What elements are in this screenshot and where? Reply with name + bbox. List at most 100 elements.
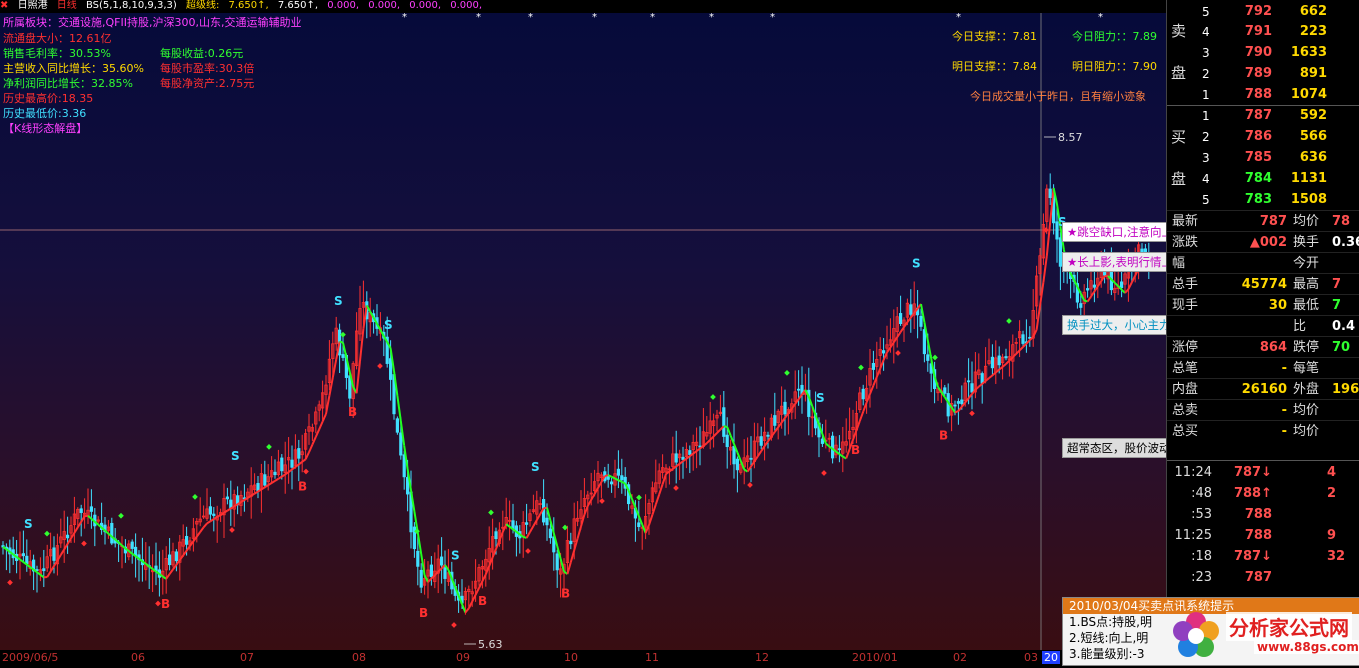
sell-row[interactable]: 5792662 [1167,2,1359,22]
price: 788 [1222,85,1272,105]
tick-row: :48788↑2 [1167,483,1359,504]
ma-segment [340,341,343,342]
buy-row[interactable]: 3785636 [1167,148,1359,168]
price: 787 [1222,106,1272,126]
ma-segment [190,541,193,546]
ma-segment [775,427,778,432]
ma-segment [965,398,968,402]
candle-body [66,535,68,538]
buy-row[interactable]: 2786566 [1167,127,1359,147]
candle-body [610,482,612,484]
ma-segment [884,353,887,361]
ma-segment [1016,350,1019,353]
stat-value: - [1217,400,1287,421]
ma-segment [197,532,200,537]
candle-body [281,458,283,471]
candle-body [617,469,619,475]
stat-value: 7 [1332,274,1359,295]
buy-row[interactable]: 1787592 [1167,106,1359,126]
tick-row: 11:24787↓4 [1167,462,1359,483]
star-marker: * [402,12,407,23]
stat-key: 最低 [1293,295,1319,316]
stat-value: 1961 [1332,379,1359,400]
ma-segment [527,532,530,538]
candle-body [899,313,901,323]
kline-pattern-link[interactable]: 【K线形态解盘】 [3,122,87,135]
ma-segment [863,403,866,412]
period-label[interactable]: 日线 [57,0,77,11]
stat-key: 每笔 [1293,358,1319,379]
sell-row[interactable]: 2789891 [1167,64,1359,84]
candle-body [910,305,912,315]
buy-row[interactable]: 47841131 [1167,169,1359,189]
hist-low: 历史最低价:3.36 [3,107,86,120]
ma-segment [268,483,271,485]
stat-row: 最新787均价78 [1167,210,1359,232]
candle-body [400,433,402,455]
ma-segment [1098,281,1101,286]
ma-segment [765,441,768,446]
ma-segment [163,577,166,579]
ma-segment [435,572,438,575]
ma-segment [496,541,499,550]
kline-chart[interactable]: SSSSSSSSSBBBBBBBBB********* ✖ 日照港 日线 BS(… [0,0,1166,664]
ma-segment [598,482,601,488]
ma-segment [612,477,615,479]
tick-row: :18787↓32 [1167,546,1359,567]
tick-volume: 2 [1327,483,1336,504]
ma-segment [751,461,754,466]
ma-segment [278,477,281,479]
tick-time: 11:24 [1172,462,1212,483]
signal-dot [303,469,309,475]
stat-row: 内盘26160外盘1961 [1167,378,1359,400]
stat-key: 总卖 [1172,400,1198,421]
signal-dot [229,527,235,533]
ma-segment [71,533,74,539]
ma-segment [493,549,496,558]
ma-segment [649,515,652,525]
ma-segment [1037,306,1040,330]
tick-price: 788 [1222,525,1272,546]
sell-row[interactable]: 4791223 [1167,22,1359,42]
ma-segment [149,566,152,569]
tick-time: :23 [1172,567,1212,588]
candle-body [750,458,752,459]
ma-segment [261,487,264,489]
candle-body [274,472,276,474]
ma-segment [88,516,91,519]
ma-segment [319,422,322,430]
ma-segment [1132,276,1135,283]
stat-row: 涨停864跌停70 [1167,336,1359,358]
sell-row[interactable]: 17881074 [1167,85,1359,105]
ma-segment [901,327,904,332]
tick-volume: 4 [1327,462,1336,483]
candle-body [1005,357,1007,358]
candle-body [420,570,422,587]
ma-segment [234,504,237,506]
signal-dot [118,513,124,519]
ma-segment [472,595,475,602]
indicator-value: 0.000, [450,0,482,11]
ma-segment [1047,222,1050,256]
buy-row[interactable]: 57831508 [1167,190,1359,210]
ma-segment [200,527,203,532]
ma-segment [214,517,217,519]
sell-row[interactable]: 37901633 [1167,43,1359,63]
date-tick: 2009/06/5 [2,651,58,664]
candle-body [882,351,884,353]
ma-segment [289,470,292,473]
ma-segment [295,464,298,467]
ma-segment [533,520,536,526]
buy-signal-marker: B [561,587,570,601]
date-axis: 2009/06/5 06 07 08 09 10 11 12 2010/01 0… [0,650,1166,664]
signal-dot [932,355,938,361]
stat-row: 比0.4 [1167,315,1359,337]
candle-body [291,460,293,467]
ma-segment [741,461,744,470]
ma-segment [139,559,142,562]
stat-key: 总手 [1172,274,1198,295]
ma-segment [323,414,326,422]
close-icon[interactable]: ✖ [0,0,8,11]
stat-value: - [1217,421,1287,442]
ma-segment [119,543,122,546]
